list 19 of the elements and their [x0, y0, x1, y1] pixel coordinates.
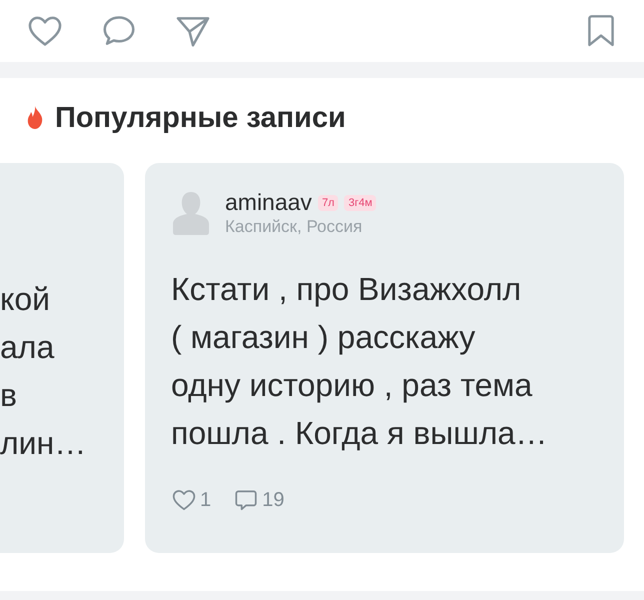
post-text-line: в: [0, 376, 17, 415]
avatar-icon: [171, 190, 211, 236]
post-text-line: ( магазин ) расскажу: [171, 318, 476, 357]
post-text-line: пошла . Когда я вышла…: [171, 414, 548, 453]
post-text-line: одну историю , раз тема: [171, 366, 532, 405]
like-count: 1: [200, 488, 212, 512]
post-text-line: ала: [0, 328, 54, 367]
comment-count: 19: [262, 488, 284, 512]
post-text-line: лин…: [0, 424, 86, 463]
post-card[interactable]: кой ала в лин…: [0, 163, 124, 553]
like-icon[interactable]: [171, 487, 197, 513]
badge: 7л: [318, 194, 338, 210]
post-text-line: кой: [0, 280, 50, 319]
badge: 3г4м: [344, 194, 376, 210]
post-text-line: Кстати , про Визажхолл: [171, 270, 522, 309]
author-location: Каспийск, Россия: [225, 217, 364, 237]
author-name[interactable]: aminaav: [225, 189, 312, 216]
section-title: Популярные записи: [55, 102, 346, 134]
post-card[interactable]: aminaav 7л 3г4м Каспийск, Россия Кстати , про Визажхолл ( магазин ) расскажу одну историю , раз тема пошла . Когда я вышла… 1 19: [145, 163, 624, 553]
